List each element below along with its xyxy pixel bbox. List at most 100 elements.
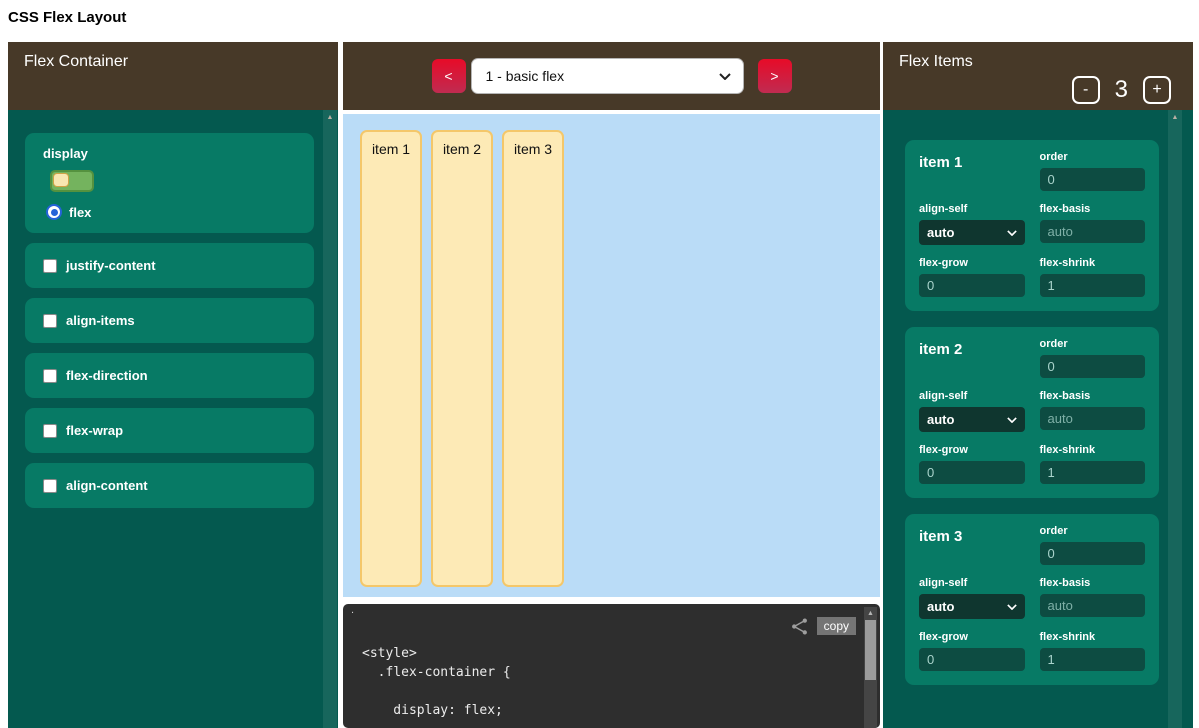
flex-basis-input-item-3[interactable] — [1040, 594, 1146, 617]
flex-item-card-3: item 3 order align-self auto flex-basis — [905, 514, 1159, 685]
right-panel-scrollbar[interactable]: ▲ — [1168, 110, 1182, 728]
property-card-flex-wrap[interactable]: flex-wrap — [25, 408, 314, 453]
code-dot: . — [351, 604, 354, 616]
flex-wrap-checkbox[interactable] — [43, 424, 57, 438]
flex-basis-input-item-1[interactable] — [1040, 220, 1146, 243]
align-self-label: align-self — [919, 390, 1025, 402]
scroll-up-icon[interactable]: ▲ — [1168, 110, 1182, 121]
prev-preset-button[interactable]: < — [432, 59, 466, 93]
left-panel-scrollbar[interactable]: ▲ — [323, 110, 337, 728]
align-self-value: auto — [927, 225, 954, 240]
flex-basis-input-item-2[interactable] — [1040, 407, 1146, 430]
remove-item-button[interactable]: - — [1072, 76, 1100, 104]
flex-shrink-label: flex-shrink — [1040, 257, 1146, 269]
code-scrollbar[interactable]: ▲ — [864, 607, 877, 728]
flex-item-card-2: item 2 order align-self auto flex-basis — [905, 327, 1159, 498]
order-label: order — [1040, 338, 1146, 350]
flex-grow-input-item-2[interactable] — [919, 461, 1025, 484]
display-label: display — [43, 146, 296, 161]
chevron-down-icon — [719, 73, 731, 80]
flex-shrink-input-item-1[interactable] — [1040, 274, 1146, 297]
align-self-select-item-2[interactable]: auto — [919, 407, 1025, 432]
flex-radio[interactable] — [46, 204, 62, 220]
align-self-label: align-self — [919, 203, 1025, 215]
chevron-down-icon — [1007, 604, 1017, 610]
demo-area: item 1 item 2 item 3 — [343, 110, 880, 597]
scroll-up-icon[interactable]: ▲ — [323, 110, 337, 121]
preview-column: < 1 - basic flex > item 1 item 2 item 3 … — [343, 42, 880, 728]
flex-direction-checkbox[interactable] — [43, 369, 57, 383]
align-self-value: auto — [927, 412, 954, 427]
property-card-align-content[interactable]: align-content — [25, 463, 314, 508]
order-input-item-1[interactable] — [1040, 168, 1146, 191]
order-label: order — [1040, 525, 1146, 537]
chevron-down-icon — [1007, 230, 1017, 236]
preset-bar: < 1 - basic flex > — [343, 42, 880, 110]
flex-shrink-input-item-3[interactable] — [1040, 648, 1146, 671]
flex-grow-input-item-3[interactable] — [919, 648, 1025, 671]
property-card-flex-direction[interactable]: flex-direction — [25, 353, 314, 398]
align-content-label: align-content — [66, 478, 148, 493]
flex-container-panel: Flex Container display flex justify-cont… — [8, 42, 338, 728]
scroll-up-icon[interactable]: ▲ — [864, 607, 877, 617]
flex-shrink-label: flex-shrink — [1040, 631, 1146, 643]
item-3-heading: item 3 — [919, 525, 1025, 565]
order-label: order — [1040, 151, 1146, 163]
display-toggle[interactable] — [50, 170, 94, 192]
justify-content-checkbox[interactable] — [43, 259, 57, 273]
next-preset-button[interactable]: > — [758, 59, 792, 93]
flex-shrink-input-item-2[interactable] — [1040, 461, 1146, 484]
flex-wrap-label: flex-wrap — [66, 423, 123, 438]
property-card-align-items[interactable]: align-items — [25, 298, 314, 343]
preset-select[interactable]: 1 - basic flex — [471, 58, 744, 94]
code-panel: . copy <style> .flex-container { display — [343, 604, 880, 728]
align-self-select-item-1[interactable]: auto — [919, 220, 1025, 245]
align-items-label: align-items — [66, 313, 135, 328]
demo-item-3: item 3 — [502, 130, 564, 587]
flex-grow-label: flex-grow — [919, 444, 1025, 456]
flex-item-card-1: item 1 order align-self auto flex-basis — [905, 140, 1159, 311]
order-input-item-2[interactable] — [1040, 355, 1146, 378]
item-count: 3 — [1115, 76, 1128, 104]
align-self-select-item-3[interactable]: auto — [919, 594, 1025, 619]
align-self-value: auto — [927, 599, 954, 614]
display-card: display flex — [25, 133, 314, 233]
align-content-checkbox[interactable] — [43, 479, 57, 493]
code-tools: copy — [791, 617, 856, 635]
page: CSS Flex Layout Flex Container display f… — [0, 0, 1199, 728]
flex-basis-label: flex-basis — [1040, 390, 1146, 402]
flex-items-body: item 1 order align-self auto flex-basis — [883, 110, 1193, 728]
code-line: <style> — [362, 646, 880, 665]
code-line: display: flex; — [362, 703, 880, 722]
flex-grow-label: flex-grow — [919, 257, 1025, 269]
radio-dot-icon — [51, 209, 58, 216]
demo-item-2: item 2 — [431, 130, 493, 587]
flex-container-title: Flex Container — [8, 42, 338, 82]
flex-radio-row: flex — [46, 204, 296, 220]
add-item-button[interactable]: + — [1143, 76, 1171, 104]
copy-button[interactable]: copy — [817, 617, 856, 635]
flex-grow-label: flex-grow — [919, 631, 1025, 643]
flex-items-header: Flex Items - 3 + — [883, 42, 1193, 110]
demo-item-1: item 1 — [360, 130, 422, 587]
chevron-down-icon — [1007, 417, 1017, 423]
flex-direction-label: flex-direction — [66, 368, 148, 383]
justify-content-label: justify-content — [66, 258, 156, 273]
item-count-stepper: - 3 + — [1072, 76, 1171, 104]
order-input-item-3[interactable] — [1040, 542, 1146, 565]
toggle-knob-icon — [53, 173, 69, 187]
align-items-checkbox[interactable] — [43, 314, 57, 328]
item-1-heading: item 1 — [919, 151, 1025, 191]
flex-basis-label: flex-basis — [1040, 203, 1146, 215]
flex-demo-container: item 1 item 2 item 3 — [343, 114, 880, 597]
property-card-justify-content[interactable]: justify-content — [25, 243, 314, 288]
share-icon[interactable] — [791, 618, 808, 635]
code-line: .flex-container { — [362, 665, 880, 684]
flex-shrink-label: flex-shrink — [1040, 444, 1146, 456]
flex-items-panel: Flex Items - 3 + item 1 order align-self — [883, 42, 1193, 728]
code-line — [362, 684, 880, 703]
flex-container-header: Flex Container — [8, 42, 338, 110]
flex-grow-input-item-1[interactable] — [919, 274, 1025, 297]
flex-container-body: display flex justify-content align-items — [8, 110, 338, 728]
scrollbar-thumb[interactable] — [865, 620, 876, 680]
